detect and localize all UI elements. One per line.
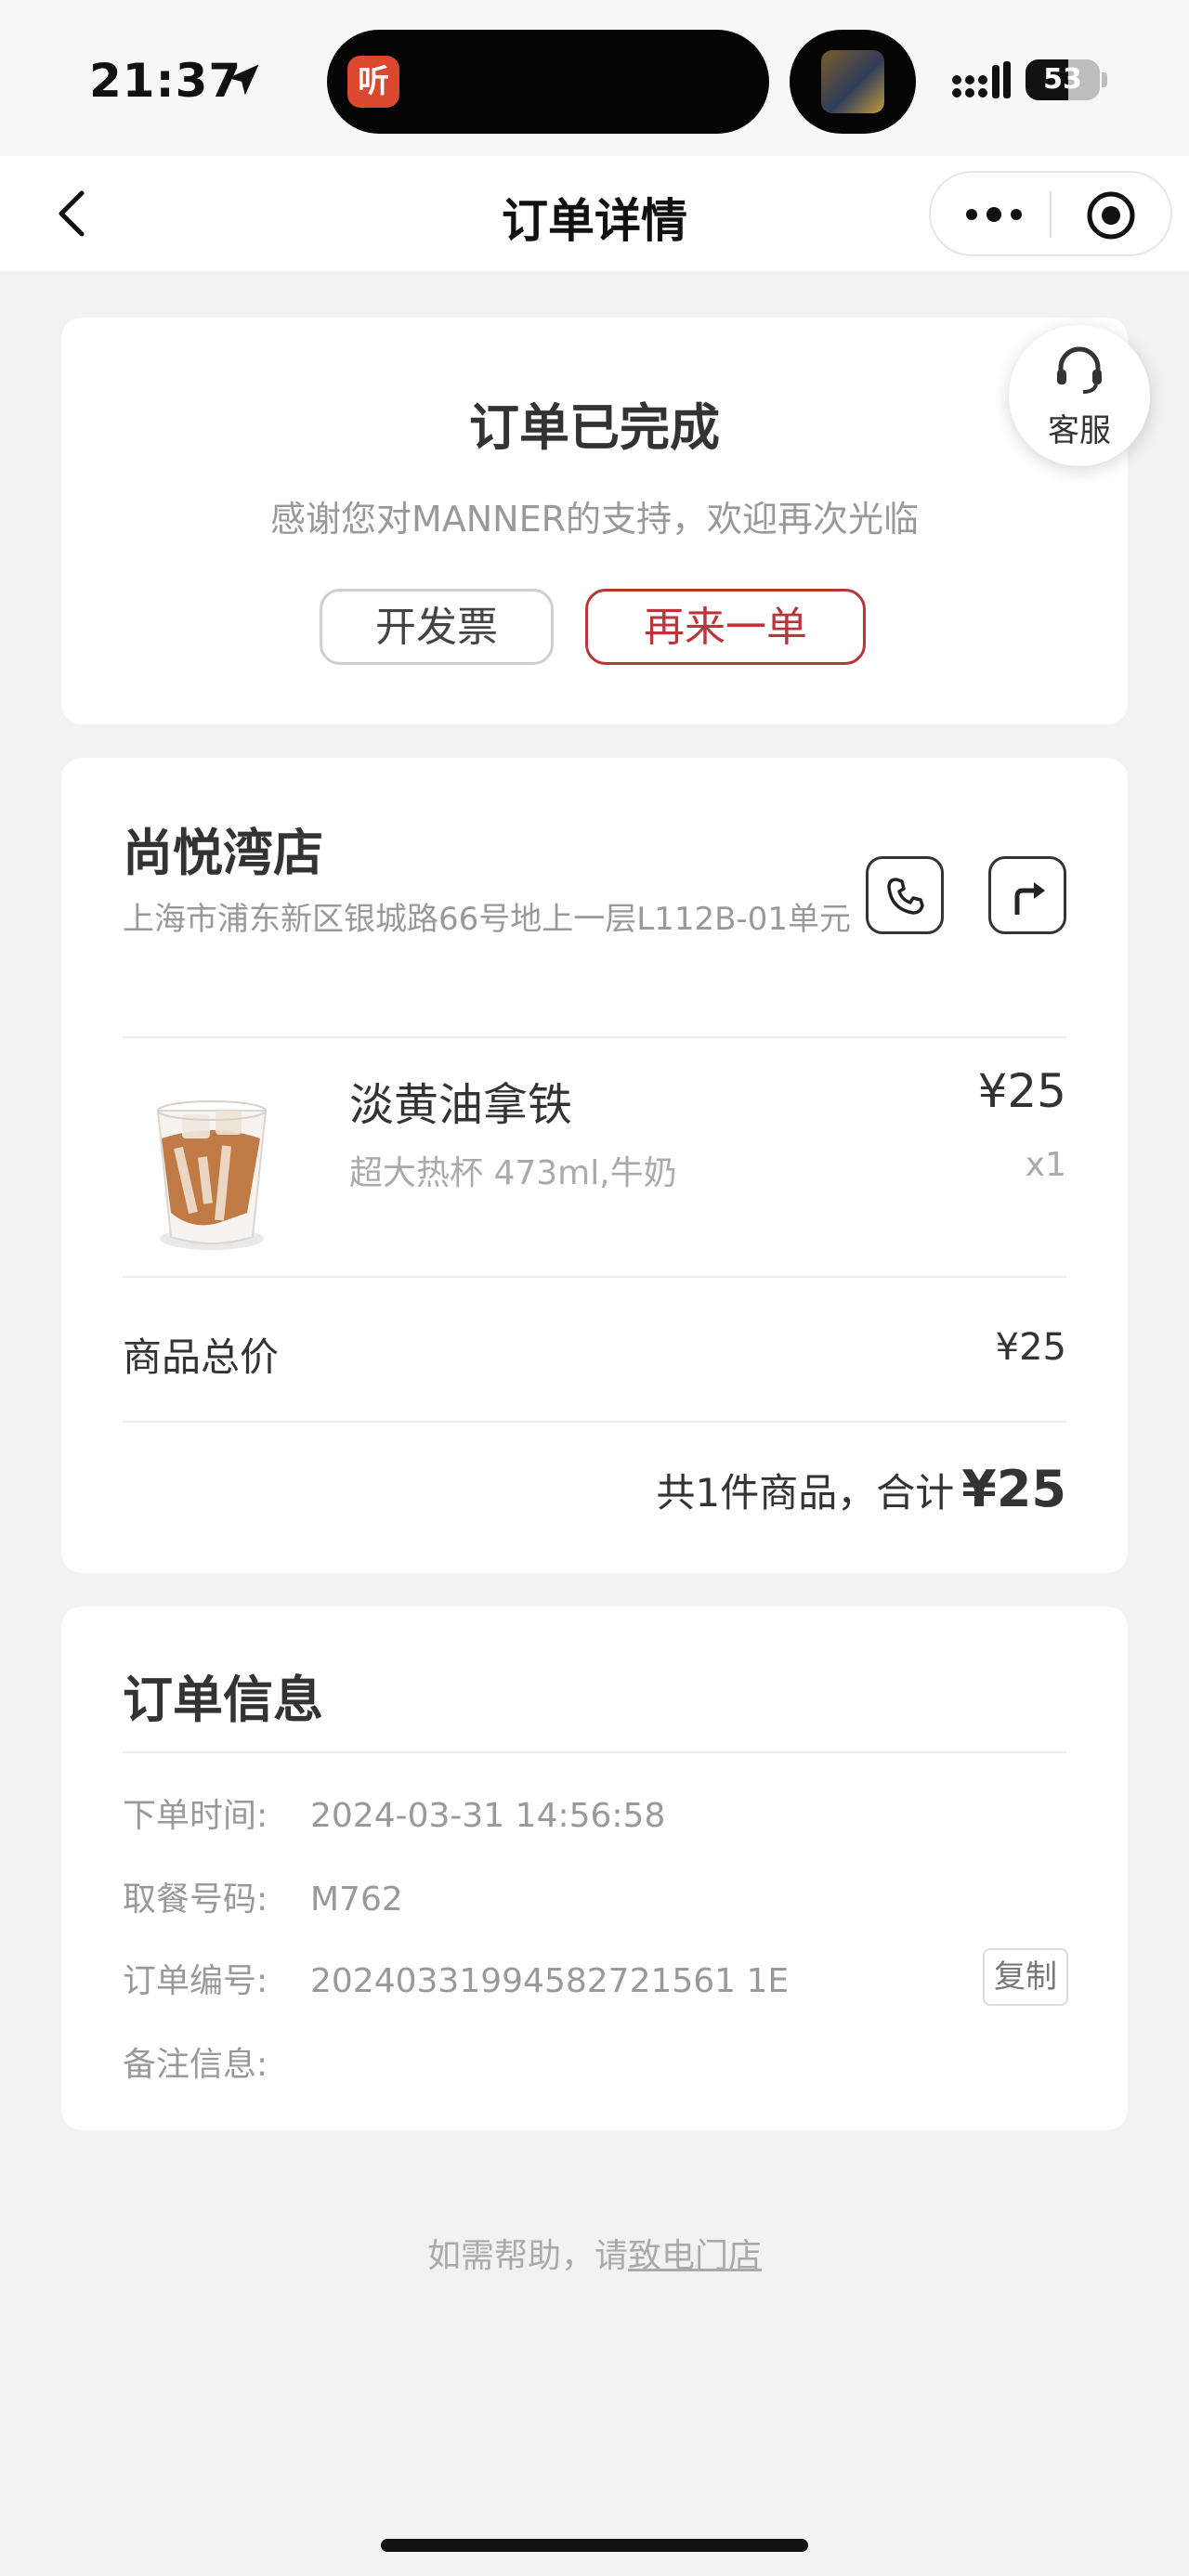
customer-service-label: 客服 (1048, 412, 1111, 449)
total-row: 共1件商品，合计 ¥25 (657, 1460, 1066, 1518)
divider (123, 1276, 1066, 1278)
customer-service-button[interactable]: 客服 (1009, 325, 1150, 466)
status-bar: 21:37 听 53 (0, 0, 1189, 156)
order-status-card: 订单已完成 感谢您对MANNER的支持，欢迎再次光临 开发票 再来一单 (61, 318, 1128, 724)
help-text: 如需帮助，请致电门店 (0, 2229, 1189, 2277)
call-store-link[interactable]: 致电门店 (628, 2237, 762, 2275)
home-indicator[interactable] (381, 2539, 808, 2552)
headset-icon (1057, 346, 1102, 394)
order-info-title: 订单信息 (123, 1671, 323, 1729)
help-prefix: 如需帮助，请 (426, 2237, 628, 2275)
order-time-row: 下单时间: 2024-03-31 14:56:58 (123, 1789, 665, 1837)
divider (123, 1036, 1066, 1038)
product-name: 淡黄油拿铁 (349, 1079, 573, 1131)
order-time-label: 下单时间: (123, 1797, 268, 1835)
product-spec: 超大热杯 473ml,牛奶 (349, 1154, 677, 1192)
store-card: 尚悦湾店 上海市浦东新区银城路66号地上一层L112B-01单元 淡黄油拿铁 超… (61, 758, 1128, 1573)
reorder-button[interactable]: 再来一单 (585, 589, 866, 665)
product-quantity: x1 (1025, 1146, 1066, 1184)
order-status-title: 订单已完成 (469, 398, 720, 457)
product-image (156, 1100, 268, 1250)
order-info-card: 订单信息 下单时间: 2024-03-31 14:56:58 取餐号码: M762 … (61, 1607, 1128, 2130)
order-time-value: 2024-03-31 14:56:58 (310, 1797, 666, 1835)
dynamic-island: 听 (327, 30, 769, 134)
capsule-divider (1050, 191, 1052, 238)
signal-icon (952, 61, 1011, 98)
store-name: 尚悦湾店 (123, 824, 323, 882)
order-number-row: 订单编号: 20240331994582721561 1E (123, 1954, 789, 2002)
order-status-subtitle: 感谢您对MANNER的支持，欢迎再次光临 (269, 499, 920, 540)
order-number-label: 订单编号: (123, 1962, 268, 2000)
subtotal-value: ¥25 (995, 1326, 1066, 1369)
phone-icon (887, 878, 924, 915)
location-arrow-icon (228, 64, 259, 96)
battery-level: 53 (1043, 63, 1082, 96)
call-store-button[interactable] (866, 856, 944, 934)
listen-app-icon: 听 (347, 56, 399, 108)
total-amount: ¥25 (961, 1460, 1066, 1518)
total-prefix: 共1件商品，合计 (656, 1470, 955, 1516)
nav-bar: 订单详情 (0, 156, 1189, 271)
pickup-number-value: M762 (310, 1880, 403, 1919)
album-art-icon (821, 50, 884, 113)
order-number-value: 20240331994582721561 1E (310, 1962, 790, 2000)
store-address: 上海市浦东新区银城路66号地上一层L112B-01单元 (123, 901, 851, 938)
divider (123, 1751, 1066, 1753)
battery-icon: 53 (1026, 59, 1100, 100)
divider (123, 1421, 1066, 1423)
navigate-button[interactable] (988, 856, 1066, 934)
close-mini-program-icon[interactable] (1083, 188, 1139, 243)
pickup-number-label: 取餐号码: (123, 1880, 268, 1919)
remarks-label: 备注信息: (123, 2046, 268, 2084)
status-time: 21:37 (89, 54, 242, 108)
more-icon[interactable] (957, 189, 1031, 240)
copy-order-number-button[interactable]: 复制 (983, 1948, 1068, 2006)
media-island (790, 30, 916, 134)
subtotal-label: 商品总价 (123, 1334, 280, 1380)
mini-program-capsule (929, 171, 1172, 256)
directions-icon (1014, 882, 1045, 915)
invoice-button[interactable]: 开发票 (320, 589, 554, 665)
battery-tip (1102, 72, 1107, 87)
remarks-row: 备注信息: (123, 2037, 310, 2086)
pickup-number-row: 取餐号码: M762 (123, 1872, 403, 1920)
product-price: ¥25 (977, 1064, 1066, 1118)
